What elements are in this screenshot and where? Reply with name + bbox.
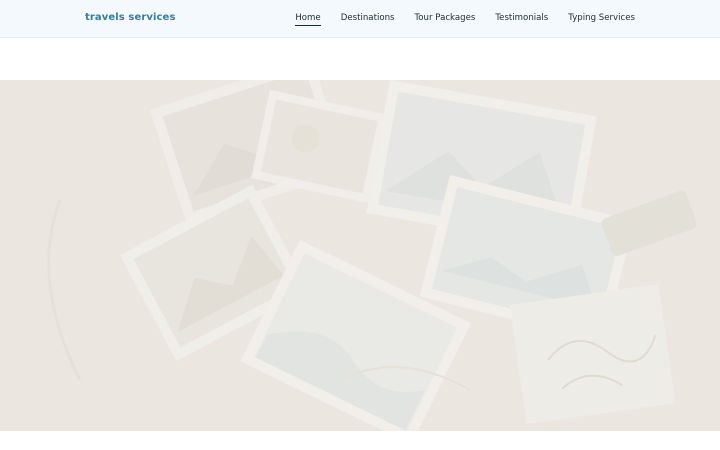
brand-logo-link[interactable]: travels services [85, 12, 176, 23]
hero-banner [0, 80, 720, 431]
nav-destinations[interactable]: Destinations [341, 13, 395, 26]
hero-background-image [0, 80, 720, 431]
nav-home[interactable]: Home [295, 13, 321, 26]
navbar: travels services Home Destinations Tour … [0, 0, 720, 38]
main-nav: Home Destinations Tour Packages Testimon… [295, 13, 635, 26]
nav-testimonials[interactable]: Testimonials [495, 13, 548, 26]
nav-tour-packages[interactable]: Tour Packages [415, 13, 476, 26]
nav-typing-services[interactable]: Typing Services [568, 13, 635, 26]
